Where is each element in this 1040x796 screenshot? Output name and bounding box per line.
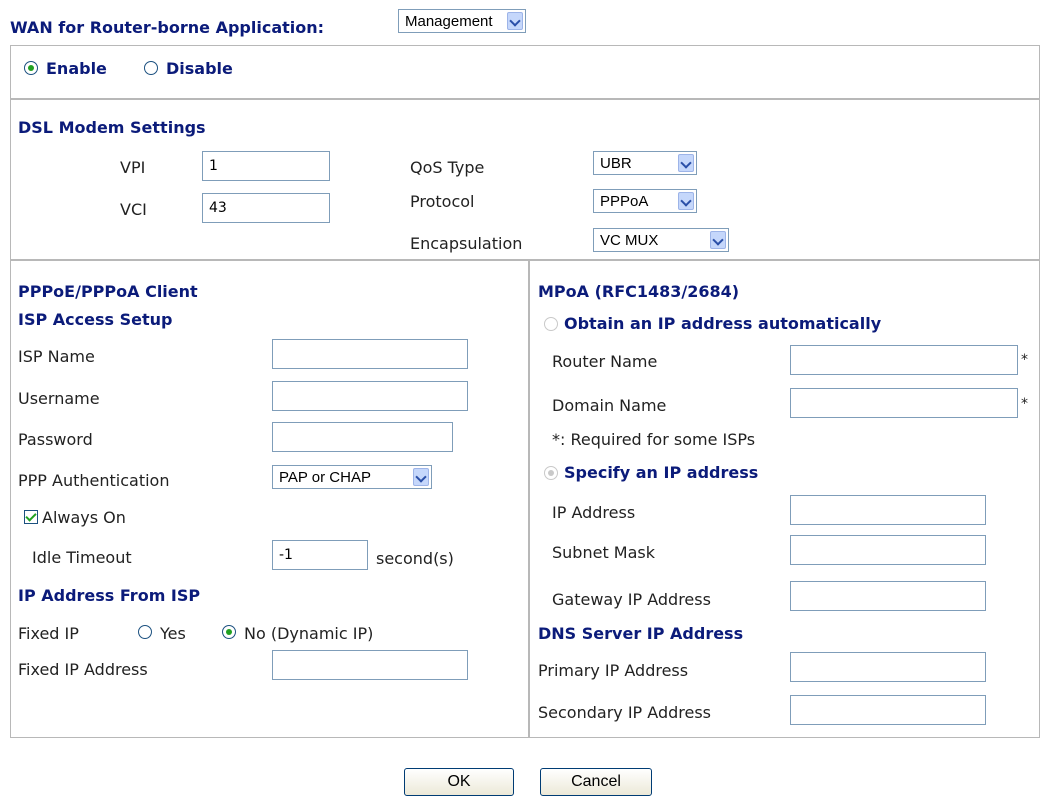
- cancel-button[interactable]: Cancel: [540, 768, 652, 796]
- enable-label: Enable: [46, 59, 107, 78]
- qos-type-label: QoS Type: [410, 158, 485, 177]
- disable-radio[interactable]: [144, 61, 158, 75]
- encapsulation-label: Encapsulation: [410, 234, 523, 253]
- application-select[interactable]: Management: [398, 9, 526, 33]
- isp-name-input[interactable]: [272, 339, 468, 369]
- required-star: *: [1021, 396, 1028, 412]
- qos-type-select[interactable]: UBR: [593, 151, 697, 175]
- protocol-value: PPPoA: [600, 192, 649, 210]
- ok-button[interactable]: OK: [404, 768, 514, 796]
- fixed-ip-yes-label: Yes: [160, 624, 186, 643]
- application-select-value: Management: [405, 12, 493, 30]
- username-input[interactable]: [272, 381, 468, 411]
- secondary-ip-input[interactable]: [790, 695, 986, 725]
- dsl-settings-title: DSL Modem Settings: [18, 118, 206, 137]
- gateway-ip-input[interactable]: [790, 581, 986, 611]
- password-label: Password: [18, 430, 93, 449]
- specify-ip-label: Specify an IP address: [564, 463, 759, 482]
- encapsulation-select[interactable]: VC MUX: [593, 228, 729, 252]
- subnet-mask-input[interactable]: [790, 535, 986, 565]
- domain-name-label: Domain Name: [552, 396, 667, 415]
- always-on-checkbox[interactable]: [24, 510, 38, 524]
- ip-from-isp-title: IP Address From ISP: [18, 586, 201, 605]
- ip-address-label: IP Address: [552, 503, 636, 522]
- disable-label: Disable: [166, 59, 233, 78]
- required-star: *: [1021, 352, 1028, 368]
- protocol-label: Protocol: [410, 192, 475, 211]
- username-label: Username: [18, 389, 100, 408]
- required-note: *: Required for some ISPs: [552, 430, 756, 449]
- password-input[interactable]: [272, 422, 453, 452]
- router-name-input[interactable]: [790, 345, 1018, 375]
- domain-name-input[interactable]: [790, 388, 1018, 418]
- specify-ip-radio[interactable]: [544, 466, 558, 480]
- fixed-ip-address-input[interactable]: [272, 650, 468, 680]
- primary-ip-input[interactable]: [790, 652, 986, 682]
- fixed-ip-yes-radio[interactable]: [138, 625, 152, 639]
- qos-type-value: UBR: [600, 154, 632, 172]
- idle-timeout-unit: second(s): [376, 549, 454, 568]
- chevron-down-icon: [507, 12, 523, 30]
- protocol-select[interactable]: PPPoA: [593, 189, 697, 213]
- ip-address-input[interactable]: [790, 495, 986, 525]
- chevron-down-icon: [678, 192, 694, 210]
- fixed-ip-address-label: Fixed IP Address: [18, 660, 148, 679]
- idle-timeout-input[interactable]: [272, 540, 368, 570]
- subnet-mask-label: Subnet Mask: [552, 543, 656, 562]
- ppp-authentication-value: PAP or CHAP: [279, 468, 371, 486]
- fixed-ip-label: Fixed IP: [18, 624, 79, 643]
- enable-radio[interactable]: [24, 61, 38, 75]
- vci-label: VCI: [120, 200, 147, 219]
- fixed-ip-no-radio[interactable]: [222, 625, 236, 639]
- fixed-ip-no-label: No (Dynamic IP): [244, 624, 374, 643]
- mpoa-title: MPoA (RFC1483/2684): [538, 282, 740, 301]
- encapsulation-value: VC MUX: [600, 231, 659, 249]
- chevron-down-icon: [678, 154, 694, 172]
- dns-server-title: DNS Server IP Address: [538, 624, 744, 643]
- chevron-down-icon: [710, 231, 726, 249]
- primary-ip-label: Primary IP Address: [538, 661, 689, 680]
- vci-input[interactable]: [202, 193, 330, 223]
- ppp-authentication-select[interactable]: PAP or CHAP: [272, 465, 432, 489]
- idle-timeout-label: Idle Timeout: [32, 548, 132, 567]
- secondary-ip-label: Secondary IP Address: [538, 703, 711, 722]
- gateway-ip-label: Gateway IP Address: [552, 590, 711, 609]
- enable-section: [10, 45, 1040, 100]
- vpi-label: VPI: [120, 158, 146, 177]
- isp-name-label: ISP Name: [18, 347, 95, 366]
- isp-access-setup-title: ISP Access Setup: [18, 310, 173, 329]
- obtain-ip-radio[interactable]: [544, 317, 558, 331]
- chevron-down-icon: [413, 468, 429, 486]
- ppp-authentication-label: PPP Authentication: [18, 471, 170, 490]
- router-name-label: Router Name: [552, 352, 658, 371]
- ppp-client-title: PPPoE/PPPoA Client: [18, 282, 198, 301]
- obtain-ip-label: Obtain an IP address automatically: [564, 314, 882, 333]
- page-title: WAN for Router-borne Application:: [10, 18, 325, 37]
- vpi-input[interactable]: [202, 151, 330, 181]
- always-on-label: Always On: [42, 508, 126, 527]
